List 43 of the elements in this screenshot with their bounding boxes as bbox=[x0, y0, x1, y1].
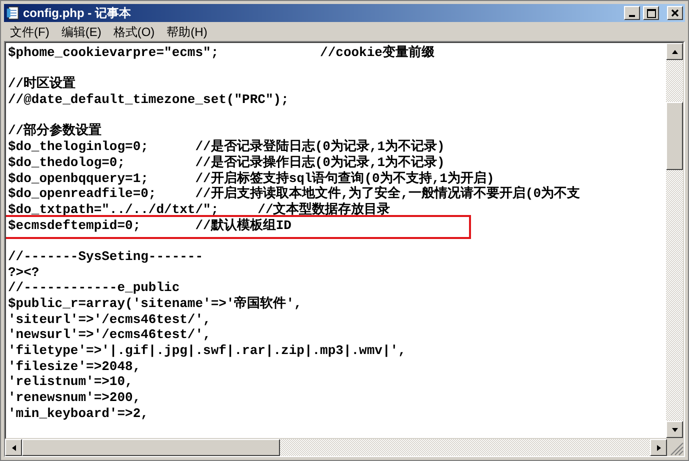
menu-item[interactable]: 文件(F) bbox=[5, 22, 54, 40]
menu-item[interactable]: 帮助(H) bbox=[162, 22, 212, 40]
scroll-left-button[interactable] bbox=[5, 439, 22, 456]
notepad-icon bbox=[6, 6, 20, 20]
scroll-down-button[interactable] bbox=[666, 421, 683, 438]
code-line: //时区设置 bbox=[8, 76, 76, 92]
code-line: 'min_keyboard'=>2, bbox=[8, 406, 148, 422]
code-line: 'newsurl'=>'/ecms46test/', bbox=[8, 327, 211, 344]
scroll-thumb[interactable] bbox=[666, 102, 683, 170]
close-icon bbox=[671, 9, 679, 17]
triangle-down-icon bbox=[670, 426, 678, 432]
scroll-right-button[interactable] bbox=[650, 439, 667, 456]
code-line: $phome_cookievarpre="ecms"; //cookie变量前缀 bbox=[8, 45, 434, 61]
code-line: 'relistnum'=>10, bbox=[8, 374, 133, 390]
triangle-right-icon bbox=[656, 444, 662, 452]
maximize-icon bbox=[646, 8, 656, 18]
code-line: //@date_default_timezone_set("PRC"); bbox=[8, 92, 289, 108]
code-line: $do_openbqquery=1; //开启标签支持sql语句查询(0为不支持,1为开启) bbox=[8, 170, 494, 186]
code-line: $public_r=array('sitename'=>'帝国软件', bbox=[8, 296, 302, 312]
scroll-thumb[interactable] bbox=[22, 439, 280, 456]
code-line: 'filetype'=>'|.gif|.jpg|.swf|.rar|.zip|.mp3|.wmv|', bbox=[8, 343, 406, 359]
code-line: $ecmsdeftempid=0; //默认模板组ID bbox=[8, 218, 292, 234]
code-line: //部分参数设置 bbox=[8, 123, 102, 140]
triangle-up-icon bbox=[670, 48, 678, 54]
code-line: $do_theloginlog=0; //是否记录登陆日志(0为记录,1为不记录) bbox=[8, 139, 445, 154]
code-line: $do_thedolog=0; //是否记录操作日志(0为记录,1为不记录) bbox=[8, 154, 445, 170]
minimize-button[interactable] bbox=[624, 6, 640, 20]
code-line: $do_openreadfile=0; //开启支持读取本地文件,为了安全,一般情况请不要开启(0为不支 bbox=[8, 186, 580, 202]
code-line: 'filesize'=>2048, bbox=[8, 358, 141, 374]
window-title: config.php - 记事本 bbox=[23, 5, 132, 22]
menu-item[interactable]: 编辑(E) bbox=[56, 22, 106, 40]
code-line: 'renewsnum'=>200, bbox=[8, 390, 141, 406]
code-line: ?><? bbox=[8, 264, 40, 280]
code-line: 'siteurl'=>'/ecms46test/', bbox=[8, 312, 211, 328]
code-line: $do_txtpath="../../d/txt/"; //文本型数据存放目录 bbox=[8, 202, 390, 218]
code-line: //-------SysSeting------- bbox=[8, 248, 204, 265]
maximize-button[interactable] bbox=[643, 6, 659, 20]
scroll-up-button[interactable] bbox=[666, 43, 683, 60]
text-area[interactable] bbox=[6, 43, 666, 438]
menu-item[interactable]: 格式(O) bbox=[108, 22, 160, 40]
triangle-left-icon bbox=[10, 444, 16, 452]
close-button[interactable] bbox=[667, 6, 683, 20]
code-line: //------------e_public bbox=[8, 280, 180, 296]
